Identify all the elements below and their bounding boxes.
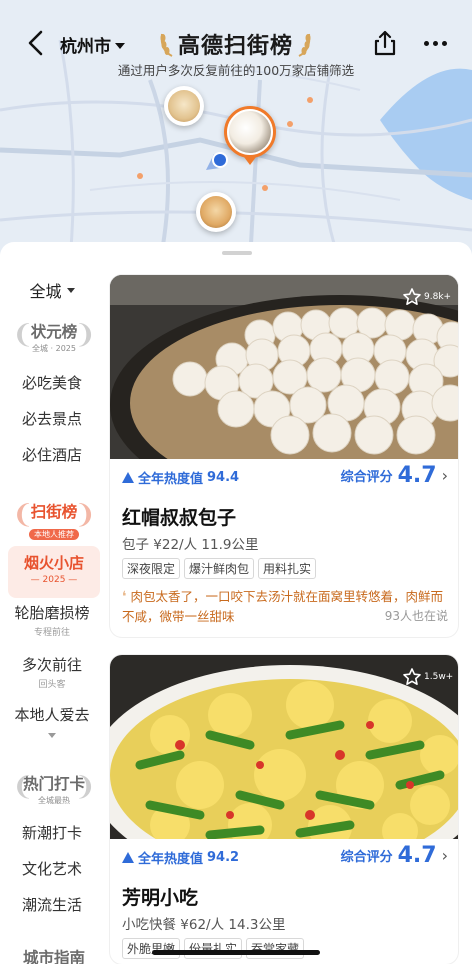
star-icon — [403, 668, 421, 685]
map-food-pin[interactable] — [164, 86, 204, 126]
active-item-sub: — 2025 — — [30, 575, 78, 585]
heat-row: 全年热度值 94.2 综合评分 4.7 › — [122, 843, 448, 868]
rating-link[interactable]: 综合评分 4.7 › — [341, 463, 448, 488]
group-title: 城市指南 — [22, 949, 85, 964]
scope-label: 全城 — [29, 282, 62, 301]
favorite-count: 1.5w+ — [424, 672, 454, 682]
group-badge-saojie[interactable]: ❨ ❩ 扫街榜 本地人推荐 — [10, 498, 98, 542]
chevron-right-icon: › — [441, 846, 448, 865]
rating-link[interactable]: 综合评分 4.7 › — [341, 843, 448, 868]
scope-selector[interactable]: 全城 — [0, 278, 104, 302]
shop-tags: 外脆里嫩 份量扎实 吞堂家藏 — [122, 938, 305, 959]
active-item-label: 烟火小店 — [23, 554, 84, 572]
laurel-right-icon: ❩ — [74, 320, 96, 350]
laurel-right-icon: ❩ — [74, 500, 96, 530]
city-label: 杭州市 — [60, 37, 111, 57]
rating-value: 4.7 — [397, 843, 437, 868]
laurel-left-icon: ❨ — [12, 772, 34, 802]
group-badge-hot[interactable]: ❨ ❩ 热门打卡 全城最热 — [10, 770, 98, 814]
sidebar-item-must-eat[interactable]: 必吃美食 — [0, 372, 104, 393]
laurel-left-icon: ❨ — [12, 500, 34, 530]
shop-tag: 用料扎实 — [258, 558, 317, 579]
laurel-left-icon — [160, 33, 173, 57]
shop-card[interactable]: 1.5w+ 全年热度值 94.2 综合评分 4.7 › 芳明小吃 小吃快餐 ¥6… — [110, 655, 458, 964]
heat-row: 全年热度值 94.4 综合评分 4.7 › — [122, 463, 448, 488]
share-icon[interactable] — [370, 28, 400, 58]
gaode-logo-icon — [122, 472, 134, 483]
sidebar-item-must-stay[interactable]: 必住酒店 — [0, 444, 104, 465]
quote-mark-icon: ❛ — [122, 589, 127, 605]
sidebar-item-must-visit[interactable]: 必去景点 — [0, 408, 104, 429]
sidebar-item-note: 回头客 — [38, 680, 66, 690]
shop-meta: 包子 ¥22/人 11.9公里 — [122, 537, 259, 553]
laurel-right-icon — [298, 33, 311, 57]
city-selector[interactable]: 杭州市 — [60, 32, 125, 57]
header-subtitle: 通过用户多次反复前往的100万家店铺筛选 — [117, 63, 355, 78]
shop-photo[interactable]: 9.8k+ — [110, 275, 458, 459]
heat-number: 94.2 — [207, 850, 240, 865]
group-badge-zhuangyuan[interactable]: ❨ ❩ 状元榜 全城 · 2025 — [10, 318, 98, 362]
heat-value: 全年热度值 94.2 — [122, 848, 239, 867]
heat-label: 全年热度值 — [138, 852, 204, 867]
shop-tag: 吞堂家藏 — [246, 938, 305, 959]
shop-card[interactable]: 9.8k+ 全年热度值 94.4 综合评分 4.7 › 红帽叔叔包子 包子 ¥2… — [110, 275, 458, 637]
others-saying[interactable]: 93人也在说 — [378, 607, 448, 624]
heat-number: 94.4 — [207, 470, 240, 485]
favorite-count: 9.8k+ — [424, 292, 452, 302]
rating-value: 4.7 — [397, 463, 437, 488]
sidebar-item-lifestyle[interactable]: 潮流生活 — [0, 894, 104, 915]
sidebar-item-culture[interactable]: 文化艺术 — [0, 858, 104, 879]
favorite-button[interactable]: 1.5w+ — [402, 667, 453, 687]
sidebar-item-trendy[interactable]: 新潮打卡 — [0, 822, 104, 843]
laurel-left-icon: ❨ — [12, 320, 34, 350]
sidebar-item-repeat[interactable]: 多次前往 回头客 — [0, 654, 104, 690]
shop-tag: 爆汁鲜肉包 — [184, 558, 255, 579]
shop-tag: 外脆里嫩 — [122, 938, 181, 959]
shop-tag: 深夜限定 — [122, 558, 181, 579]
chevron-down-icon — [115, 42, 125, 49]
group-subtitle: 本地人推荐 — [29, 529, 79, 540]
brand-title-text: 高德扫街榜 — [178, 34, 294, 59]
sidebar-item-locals[interactable]: 本地人爱去 — [0, 704, 104, 738]
back-arrow-icon[interactable] — [22, 28, 52, 58]
heat-value: 全年热度值 94.4 — [122, 468, 239, 487]
shop-photo[interactable]: 1.5w+ — [110, 655, 458, 839]
shop-name[interactable]: 红帽叔叔包子 — [122, 503, 236, 530]
home-indicator[interactable] — [152, 950, 320, 955]
chevron-down-icon — [48, 733, 56, 738]
more-dots-icon[interactable] — [420, 28, 450, 58]
shop-meta: 小吃快餐 ¥62/人 14.3公里 — [122, 917, 286, 933]
sidebar-item-label: 本地人爱去 — [14, 706, 90, 724]
favorite-button[interactable]: 9.8k+ — [402, 287, 451, 307]
map-food-pin[interactable] — [196, 192, 236, 232]
map-area[interactable]: 杭州市 高德扫街榜 通过用户多次反复前往的100万家店铺筛选 — [0, 0, 472, 262]
shop-tag: 份量扎实 — [184, 938, 243, 959]
laurel-right-icon: ❩ — [74, 772, 96, 802]
sidebar-item-tire[interactable]: 轮胎磨损榜 专程前往 — [0, 602, 104, 638]
brand-title: 高德扫街榜 — [158, 26, 313, 62]
sidebar-item-label: 多次前往 — [21, 656, 82, 674]
group-badge-guide[interactable]: 城市指南 — [10, 944, 98, 964]
map-pin-tail — [244, 157, 256, 165]
shop-tags: 深夜限定 爆汁鲜肉包 用料扎实 — [122, 558, 317, 579]
rating-label: 综合评分 — [340, 470, 393, 485]
drag-handle[interactable] — [222, 251, 252, 255]
sidebar-item-note: 专程前往 — [33, 628, 70, 638]
rating-label: 综合评分 — [340, 850, 393, 865]
my-location-icon — [204, 150, 232, 174]
chevron-down-icon — [66, 287, 75, 293]
sidebar-item-active[interactable]: 烟火小店 — 2025 — — [8, 546, 100, 598]
star-icon — [403, 288, 421, 305]
shop-name[interactable]: 芳明小吃 — [122, 883, 198, 910]
ranking-sidebar: 全城 ❨ ❩ 状元榜 全城 · 2025 必吃美食 必去景点 必住酒店 ❨ ❩ … — [0, 262, 108, 964]
sidebar-item-label: 轮胎磨损榜 — [14, 604, 90, 622]
gaode-logo-icon — [122, 852, 134, 863]
heat-label: 全年热度值 — [138, 472, 204, 487]
chevron-right-icon: › — [441, 466, 448, 485]
